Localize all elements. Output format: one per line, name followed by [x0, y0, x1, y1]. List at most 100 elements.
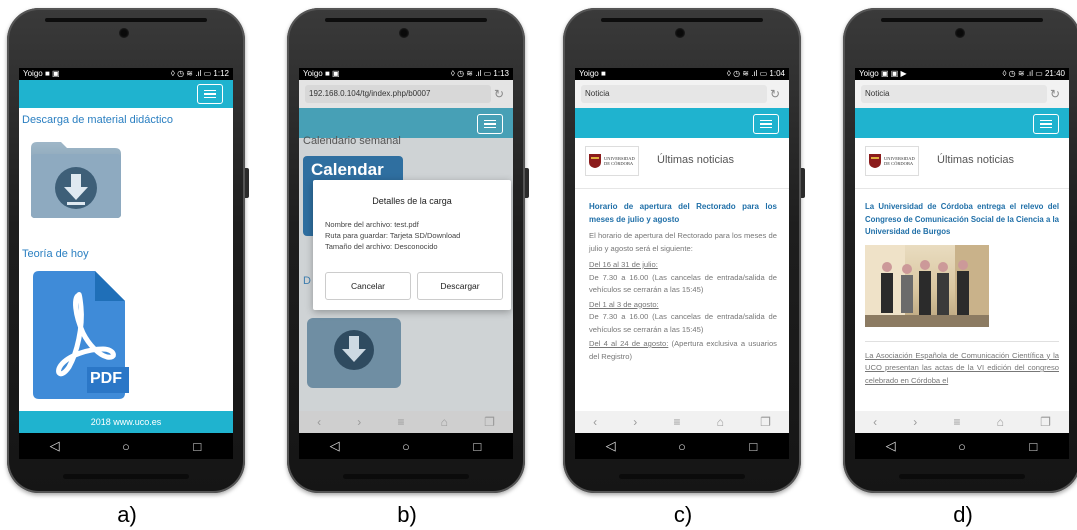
bg-letter: D — [303, 275, 311, 287]
news-divider — [865, 340, 1059, 342]
back-icon[interactable]: ◁ — [876, 438, 906, 454]
dialog-save-path: Ruta para guardar: Tarjeta SD/Download — [325, 231, 461, 240]
status-bar: Yoigo ■ ◊ ◷ ≋ .ıl ▭ 1:04 — [575, 68, 789, 80]
phone-side-button — [525, 168, 529, 198]
browser-toolbar: ‹ › ≡ ⌂ ❐ — [299, 411, 513, 433]
home-icon[interactable]: ○ — [667, 439, 697, 454]
forward-arrow-icon[interactable]: › — [357, 415, 361, 429]
time-range-2: De 7.30 a 16.00 (Las cancelas de entrada… — [589, 312, 777, 334]
carrier-label: Yoigo ■ ▣ — [23, 69, 60, 78]
menu-icon[interactable] — [477, 114, 503, 134]
phone-b: Yoigo ■ ▣ ◊ ◷ ≋ .ıl ▭ 1:13 192.168.0.104… — [287, 8, 529, 493]
screen-b: Yoigo ■ ▣ ◊ ◷ ≋ .ıl ▭ 1:13 192.168.0.104… — [299, 68, 513, 433]
recents-icon[interactable]: □ — [738, 439, 768, 454]
forward-arrow-icon[interactable]: › — [913, 415, 917, 429]
app-header — [855, 108, 1069, 138]
folder-download-icon[interactable] — [27, 138, 125, 220]
app-header — [19, 80, 233, 108]
url-field[interactable]: Noticia — [861, 85, 1047, 103]
news-article: Horario de apertura del Rectorado para l… — [575, 189, 789, 363]
news-title[interactable]: Horario de apertura del Rectorado para l… — [589, 201, 777, 226]
url-field[interactable]: 192.168.0.104/tg/index.php/b0007 — [305, 85, 491, 103]
recents-icon[interactable]: □ — [462, 439, 492, 454]
browser-url-bar: Noticia ↻ — [855, 80, 1069, 108]
section-download-title[interactable]: Descarga de material didáctico — [19, 108, 233, 126]
home-outline-icon[interactable]: ⌂ — [441, 415, 448, 429]
date-range-2: Del 1 al 3 de agosto: — [589, 299, 659, 309]
phone-c: Yoigo ■ ◊ ◷ ≋ .ıl ▭ 1:04 Noticia ↻ UNIVE… — [563, 8, 805, 493]
url-field[interactable]: Noticia — [581, 85, 767, 103]
home-icon[interactable]: ○ — [391, 439, 421, 454]
recents-icon[interactable]: □ — [182, 439, 212, 454]
date-range-1: Del 16 al 31 de julio: — [589, 260, 658, 269]
status-icons: ◊ ◷ ≋ .ıl ▭ 1:04 — [726, 69, 785, 78]
news-header: UNIVERSIDAD DE CÓRDOBA Últimas noticias — [855, 138, 1069, 189]
front-camera — [119, 28, 129, 38]
tabs-icon[interactable]: ❐ — [1040, 415, 1051, 429]
reload-icon[interactable]: ↻ — [767, 87, 783, 101]
news-link[interactable]: La Asociación Española de Comunicación C… — [865, 350, 1059, 388]
menu-lines-icon[interactable]: ≡ — [673, 415, 680, 429]
front-camera — [399, 28, 409, 38]
back-arrow-icon[interactable]: ‹ — [873, 415, 877, 429]
phone-a: Yoigo ■ ▣ ◊ ◷ ≋ .ıl ▭ 1:12 Descarga de m… — [7, 8, 249, 493]
home-outline-icon[interactable]: ⌂ — [997, 415, 1004, 429]
recents-icon[interactable]: □ — [1018, 439, 1048, 454]
browser-url-bar: 192.168.0.104/tg/index.php/b0007 ↻ — [299, 80, 513, 108]
tabs-icon[interactable]: ❐ — [760, 415, 771, 429]
status-bar: Yoigo ■ ▣ ◊ ◷ ≋ .ıl ▭ 1:12 — [19, 68, 233, 80]
browser-toolbar: ‹ › ≡ ⌂ ❐ — [855, 411, 1069, 433]
news-intro: El horario de apertura del Rectorado par… — [589, 231, 777, 253]
cancel-button[interactable]: Cancelar — [325, 272, 411, 300]
back-arrow-icon[interactable]: ‹ — [593, 415, 597, 429]
status-icons: ◊ ◷ ≋ .ıl ▭ 1:12 — [170, 69, 229, 78]
dialog-file-size: Tamaño del archivo: Desconocido — [325, 242, 438, 251]
uco-logo: UNIVERSIDAD DE CÓRDOBA — [865, 146, 919, 176]
back-icon[interactable]: ◁ — [40, 438, 70, 454]
uco-logo-text: UNIVERSIDAD DE CÓRDOBA — [884, 156, 915, 166]
time-range-1: De 7.30 a 16.00 (Las cancelas de entrada… — [589, 272, 777, 295]
home-outline-icon[interactable]: ⌂ — [717, 415, 724, 429]
people-photo-illustration — [865, 244, 989, 327]
carrier-label: Yoigo ■ — [579, 69, 606, 78]
back-arrow-icon[interactable]: ‹ — [317, 415, 321, 429]
date-range-3: Del 4 al 24 de agosto: (Apertura exclusi… — [589, 338, 777, 363]
home-icon[interactable]: ○ — [947, 439, 977, 454]
screen-c: Yoigo ■ ◊ ◷ ≋ .ıl ▭ 1:04 Noticia ↻ UNIVE… — [575, 68, 789, 433]
menu-icon[interactable] — [197, 84, 223, 104]
android-navbar: ◁ ○ □ — [299, 433, 513, 459]
status-icons: ◊ ◷ ≋ .ıl ▭ 21:40 — [1002, 69, 1065, 78]
phone-side-button — [245, 168, 249, 198]
news-photo — [865, 244, 989, 327]
reload-icon[interactable]: ↻ — [1047, 87, 1063, 101]
menu-lines-icon[interactable]: ≡ — [953, 415, 960, 429]
dialog-filename: Nombre del archivo: test.pdf — [325, 220, 419, 229]
status-bar: Yoigo ▣ ▣ ▶ ◊ ◷ ≋ .ıl ▭ 21:40 — [855, 68, 1069, 80]
back-icon[interactable]: ◁ — [320, 438, 350, 454]
uco-logo: UNIVERSIDAD DE CÓRDOBA — [585, 146, 639, 176]
back-icon[interactable]: ◁ — [596, 438, 626, 454]
download-button[interactable]: Descargar — [417, 272, 503, 300]
section-theory-title[interactable]: Teoría de hoy — [22, 248, 89, 260]
footer-text: 2018 www.uco.es — [90, 417, 162, 427]
browser-url-bar: Noticia ↻ — [575, 80, 789, 108]
tabs-icon[interactable]: ❐ — [484, 415, 495, 429]
uco-logo-text: UNIVERSIDAD DE CÓRDOBA — [604, 156, 635, 166]
section-title: Últimas noticias — [657, 154, 735, 166]
caption-d: d) — [953, 502, 973, 527]
pdf-file-icon[interactable]: PDF — [33, 271, 129, 399]
forward-arrow-icon[interactable]: › — [633, 415, 637, 429]
menu-lines-icon[interactable]: ≡ — [397, 415, 404, 429]
browser-toolbar: ‹ › ≡ ⌂ ❐ — [575, 411, 789, 433]
home-icon[interactable]: ○ — [111, 439, 141, 454]
carrier-label: Yoigo ▣ ▣ ▶ — [859, 69, 907, 78]
menu-icon[interactable] — [753, 114, 779, 134]
news-title[interactable]: La Universidad de Córdoba entrega el rel… — [865, 201, 1059, 239]
reload-icon[interactable]: ↻ — [491, 87, 507, 101]
menu-icon[interactable] — [1033, 114, 1059, 134]
phone-side-button — [801, 168, 805, 198]
date-range-3-label: Del 4 al 24 de agosto: — [589, 339, 669, 348]
bg-heading: Calendario semanal — [303, 135, 401, 147]
caption-c: c) — [673, 502, 693, 527]
dialog-title: Detalles de la carga — [372, 196, 452, 206]
